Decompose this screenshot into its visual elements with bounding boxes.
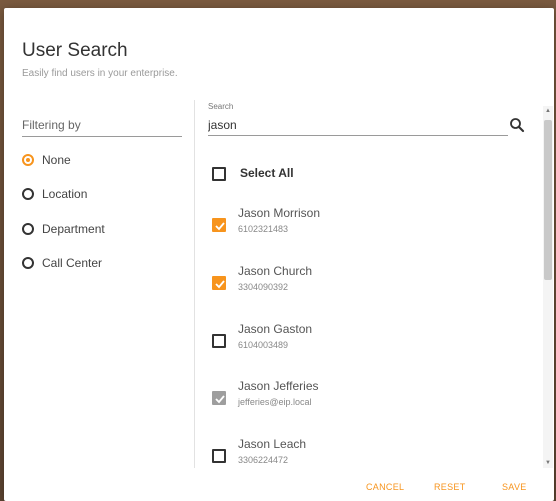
reset-button[interactable]: RESET bbox=[434, 482, 466, 492]
user-list: Select All Jason Morrison 6102321483 Jas… bbox=[196, 148, 540, 466]
checkbox-unchecked-icon[interactable] bbox=[212, 449, 226, 463]
filter-option-label: None bbox=[42, 153, 71, 167]
user-detail: 3304090392 bbox=[238, 282, 289, 292]
checkbox-unchecked-icon[interactable] bbox=[212, 334, 226, 348]
radio-unselected-icon bbox=[22, 257, 34, 269]
list-item[interactable]: Jason Church 3304090392 bbox=[196, 256, 540, 312]
list-item[interactable]: Jason Leach 3306224472 bbox=[196, 429, 540, 466]
user-search-dialog: User Search Easily find users in your en… bbox=[4, 8, 554, 501]
filter-option-call-center[interactable]: Call Center bbox=[22, 253, 102, 273]
user-detail: jefferies@eip.local bbox=[238, 397, 312, 407]
user-name: Jason Morrison bbox=[238, 206, 321, 220]
filter-option-label: Call Center bbox=[42, 256, 103, 270]
filter-option-location[interactable]: Location bbox=[22, 184, 87, 204]
user-name: Jason Gaston bbox=[238, 322, 313, 336]
checkbox-checked-icon[interactable] bbox=[212, 276, 226, 290]
list-scrollbar[interactable]: ▲ ▼ bbox=[543, 106, 553, 468]
radio-unselected-icon bbox=[22, 223, 34, 235]
user-name: Jason Leach bbox=[238, 437, 307, 451]
filter-option-label: Location bbox=[42, 187, 88, 201]
search-input[interactable] bbox=[208, 114, 508, 136]
cancel-button[interactable]: CANCEL bbox=[366, 482, 404, 492]
search-caption: Search bbox=[208, 102, 234, 111]
scroll-down-arrow-icon[interactable]: ▼ bbox=[543, 458, 553, 468]
list-item: Jason Jefferies jefferies@eip.local bbox=[196, 371, 540, 427]
select-all-label[interactable]: Select All bbox=[240, 166, 294, 180]
filter-option-department[interactable]: Department bbox=[22, 219, 105, 239]
dialog-title: User Search bbox=[22, 40, 128, 61]
filter-heading: Filtering by bbox=[22, 118, 182, 137]
list-item[interactable]: Jason Morrison 6102321483 bbox=[196, 198, 540, 254]
panel-divider bbox=[194, 100, 195, 468]
dialog-subtitle: Easily find users in your enterprise. bbox=[22, 68, 178, 79]
scrollbar-thumb[interactable] bbox=[544, 120, 552, 280]
filter-option-label: Department bbox=[42, 222, 105, 236]
checkbox-checked-icon[interactable] bbox=[212, 218, 226, 232]
scroll-up-arrow-icon[interactable]: ▲ bbox=[543, 106, 553, 116]
save-button[interactable]: SAVE bbox=[502, 482, 527, 492]
radio-selected-icon bbox=[22, 154, 34, 166]
user-detail: 6104003489 bbox=[238, 340, 289, 350]
radio-unselected-icon bbox=[22, 188, 34, 200]
list-item[interactable]: Jason Gaston 6104003489 bbox=[196, 314, 540, 370]
checkbox-disabled-checked-icon bbox=[212, 391, 226, 405]
user-name: Jason Church bbox=[238, 264, 313, 278]
user-name: Jason Jefferies bbox=[238, 379, 319, 393]
search-icon[interactable] bbox=[508, 116, 526, 134]
user-detail: 3306224472 bbox=[238, 455, 289, 465]
user-detail: 6102321483 bbox=[238, 224, 289, 234]
select-all-checkbox[interactable] bbox=[212, 167, 226, 181]
filter-option-none[interactable]: None bbox=[22, 150, 71, 170]
